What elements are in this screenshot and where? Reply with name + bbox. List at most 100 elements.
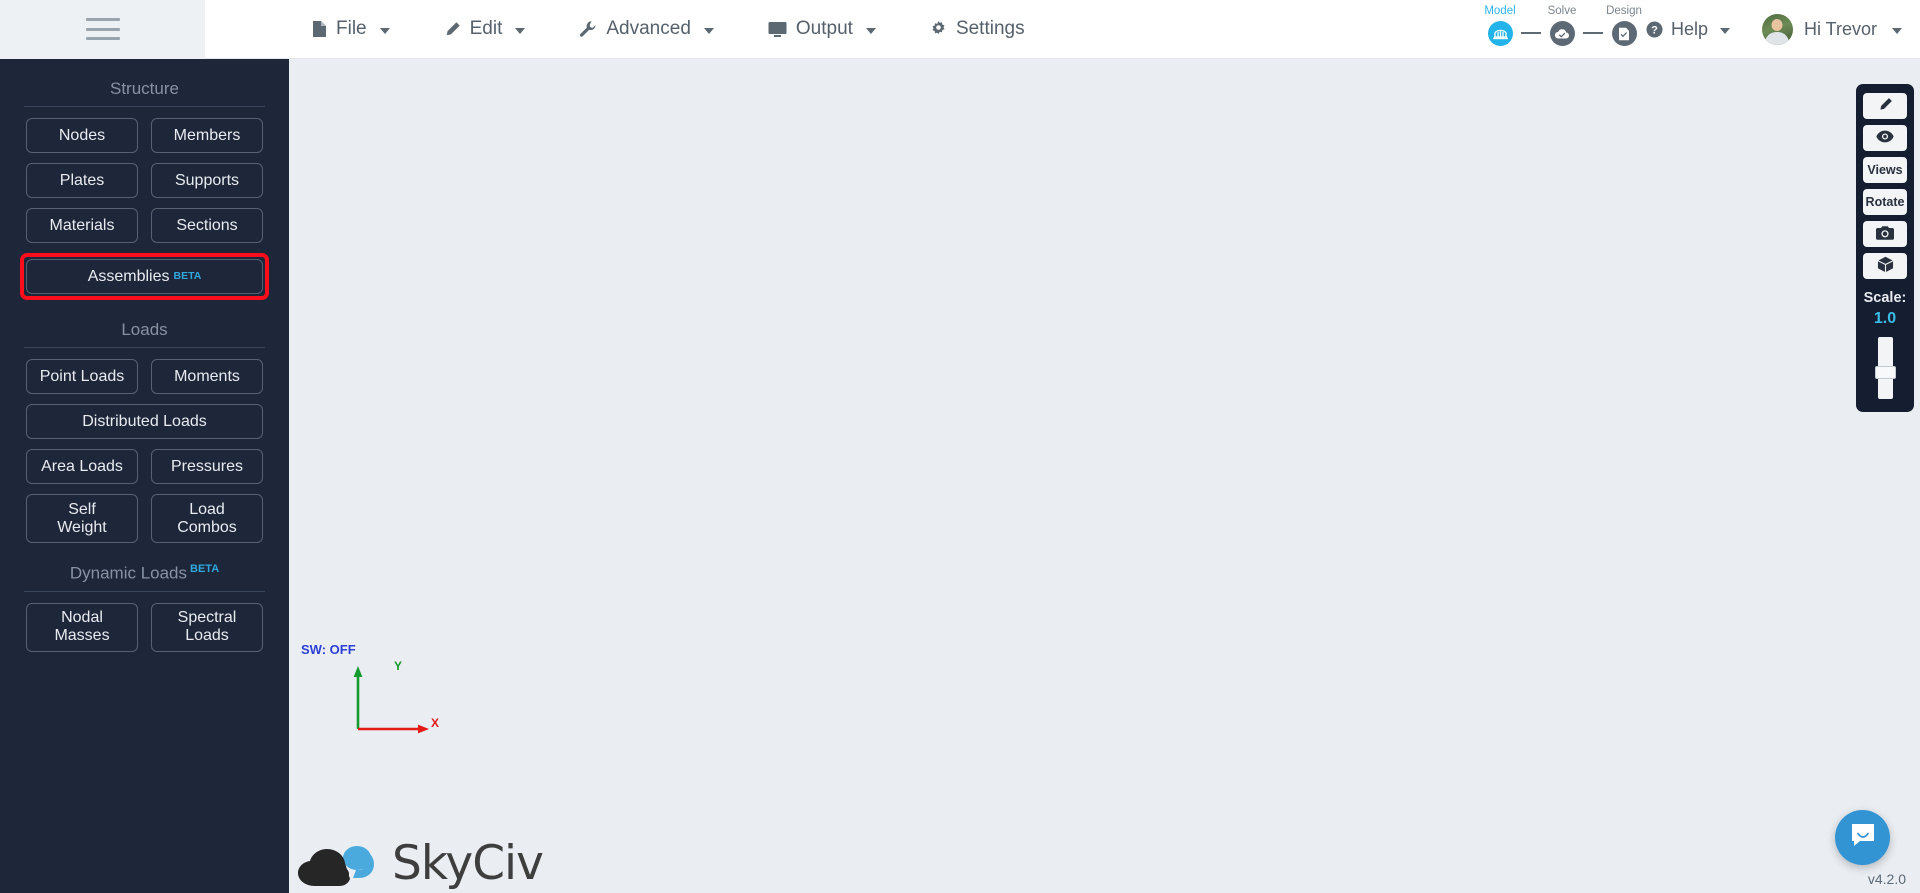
axis-label-y: Y xyxy=(394,659,402,673)
button-label: Distributed Loads xyxy=(82,413,207,431)
sidebar-button-moments[interactable]: Moments xyxy=(151,359,263,394)
sidebar-button-pressures[interactable]: Pressures xyxy=(151,449,263,484)
sidebar-button-self-weight[interactable]: Self Weight xyxy=(26,494,138,543)
app-root: File Edit Advanced xyxy=(0,0,1920,893)
button-label: Assemblies xyxy=(88,268,170,286)
beta-badge: BETA xyxy=(190,563,219,575)
chevron-down-icon xyxy=(515,28,525,34)
sidebar-button-sections[interactable]: Sections xyxy=(151,208,263,243)
menu-label-output: Output xyxy=(796,18,853,40)
sidebar-button-supports[interactable]: Supports xyxy=(151,163,263,198)
pencil-icon xyxy=(444,21,461,38)
highlighted-button-row: Assemblies BETA xyxy=(20,253,269,300)
button-row: Plates Supports xyxy=(26,163,263,198)
menu-item-advanced[interactable]: Advanced xyxy=(565,10,728,48)
workflow-step-model[interactable]: Model xyxy=(1479,4,1521,46)
sidebar-button-grid: Point Loads Moments Distributed Loads Area … xyxy=(0,359,289,543)
sidebar-button-plates[interactable]: Plates xyxy=(26,163,138,198)
sidebar-button-members[interactable]: Members xyxy=(151,118,263,153)
screenshot-button[interactable] xyxy=(1863,221,1907,247)
workflow-label-model: Model xyxy=(1484,4,1515,18)
button-label: Load Combos xyxy=(177,501,237,537)
button-row: Point Loads Moments xyxy=(26,359,263,394)
hamburger-menu-button[interactable] xyxy=(0,0,205,59)
button-label: Plates xyxy=(60,172,104,190)
sidebar-section-title-dynamic-loads: Dynamic LoadsBETA xyxy=(0,563,289,591)
model-canvas[interactable]: SW: OFF Y X SkyCiv CLOUD ENGINEERING SOF… xyxy=(289,59,1920,893)
chevron-down-icon xyxy=(1892,28,1902,34)
user-label: Hi Trevor xyxy=(1804,19,1877,40)
views-label: Views xyxy=(1867,163,1902,177)
button-row: Self Weight Load Combos xyxy=(26,494,263,543)
scale-value: 1.0 xyxy=(1874,310,1896,328)
sidebar-button-point-loads[interactable]: Point Loads xyxy=(26,359,138,394)
menu-label-settings: Settings xyxy=(956,18,1025,40)
user-menu[interactable]: Hi Trevor xyxy=(1762,14,1902,45)
axis-label-x: X xyxy=(431,716,439,730)
avatar xyxy=(1762,14,1793,45)
sidebar-section-title-loads: Loads xyxy=(0,320,289,347)
chevron-down-icon xyxy=(1720,28,1730,34)
beta-badge: BETA xyxy=(174,271,202,283)
visibility-button[interactable] xyxy=(1863,125,1907,151)
eye-icon xyxy=(1876,130,1894,146)
render-3d-button[interactable] xyxy=(1863,253,1907,279)
sidebar-button-spectral-loads[interactable]: Spectral Loads xyxy=(151,603,263,652)
section-label: Loads xyxy=(121,320,167,339)
rotate-button[interactable]: Rotate xyxy=(1863,189,1907,215)
skyciv-logo: SkyCiv CLOUD ENGINEERING SOFTWARE xyxy=(289,834,512,893)
views-button[interactable]: Views xyxy=(1863,157,1907,183)
workflow-step-solve[interactable]: Solve xyxy=(1541,4,1583,46)
header-right-zone: ? Help Hi Trevor xyxy=(1646,0,1902,59)
svg-text:?: ? xyxy=(1651,25,1658,37)
sidebar-button-materials[interactable]: Materials xyxy=(26,208,138,243)
chat-support-button[interactable] xyxy=(1835,810,1890,865)
gear-icon xyxy=(930,21,947,38)
menu-item-settings[interactable]: Settings xyxy=(916,10,1039,48)
chevron-down-icon xyxy=(704,28,714,34)
menu-item-file[interactable]: File xyxy=(298,10,404,48)
document-check-icon xyxy=(1612,21,1637,46)
button-label: Nodal Masses xyxy=(54,609,109,645)
sidebar-button-distributed-loads[interactable]: Distributed Loads xyxy=(26,404,263,439)
sidebar-button-load-combos[interactable]: Load Combos xyxy=(151,494,263,543)
menu-item-edit[interactable]: Edit xyxy=(430,10,540,48)
wrench-icon xyxy=(579,20,597,38)
button-label: Area Loads xyxy=(41,458,123,476)
chevron-down-icon xyxy=(866,28,876,34)
workflow-step-design[interactable]: Design xyxy=(1603,4,1645,46)
version-label: v4.2.0 xyxy=(1868,871,1906,887)
sidebar-button-assemblies[interactable]: Assemblies BETA xyxy=(26,259,263,294)
scale-label: Scale: xyxy=(1864,290,1907,306)
rotate-label: Rotate xyxy=(1866,195,1905,209)
structure-icon xyxy=(1488,21,1513,46)
edit-tool-button[interactable] xyxy=(1863,93,1907,119)
workflow-connector-1 xyxy=(1521,32,1541,34)
chat-bubble-icon xyxy=(1849,822,1877,854)
section-divider xyxy=(24,106,265,107)
scale-slider[interactable] xyxy=(1878,337,1893,399)
help-menu[interactable]: ? Help xyxy=(1646,19,1730,40)
button-label: Spectral Loads xyxy=(178,609,237,645)
button-label: Supports xyxy=(175,172,239,190)
cloud-check-icon xyxy=(1550,21,1575,46)
workflow-connector-2 xyxy=(1583,32,1603,34)
sidebar-button-nodes[interactable]: Nodes xyxy=(26,118,138,153)
sidebar-button-area-loads[interactable]: Area Loads xyxy=(26,449,138,484)
button-row: Materials Sections xyxy=(26,208,263,243)
sidebar-section-title-structure: Structure xyxy=(0,79,289,106)
section-label: Dynamic Loads xyxy=(70,564,187,583)
logo-text: SkyCiv xyxy=(392,836,543,891)
workflow-label-solve: Solve xyxy=(1548,4,1577,18)
sidebar-button-nodal-masses[interactable]: Nodal Masses xyxy=(26,603,138,652)
axis-indicator: Y X xyxy=(353,659,443,739)
scale-slider-thumb[interactable] xyxy=(1875,366,1896,379)
button-label: Point Loads xyxy=(40,368,125,386)
menu-item-output[interactable]: Output xyxy=(754,10,890,48)
monitor-icon xyxy=(768,21,787,38)
menu-label-edit: Edit xyxy=(470,18,503,40)
pencil-icon xyxy=(1878,97,1893,115)
file-icon xyxy=(312,20,327,38)
button-label: Self Weight xyxy=(57,501,107,537)
workflow-steps: Model Solve xyxy=(1479,4,1645,46)
